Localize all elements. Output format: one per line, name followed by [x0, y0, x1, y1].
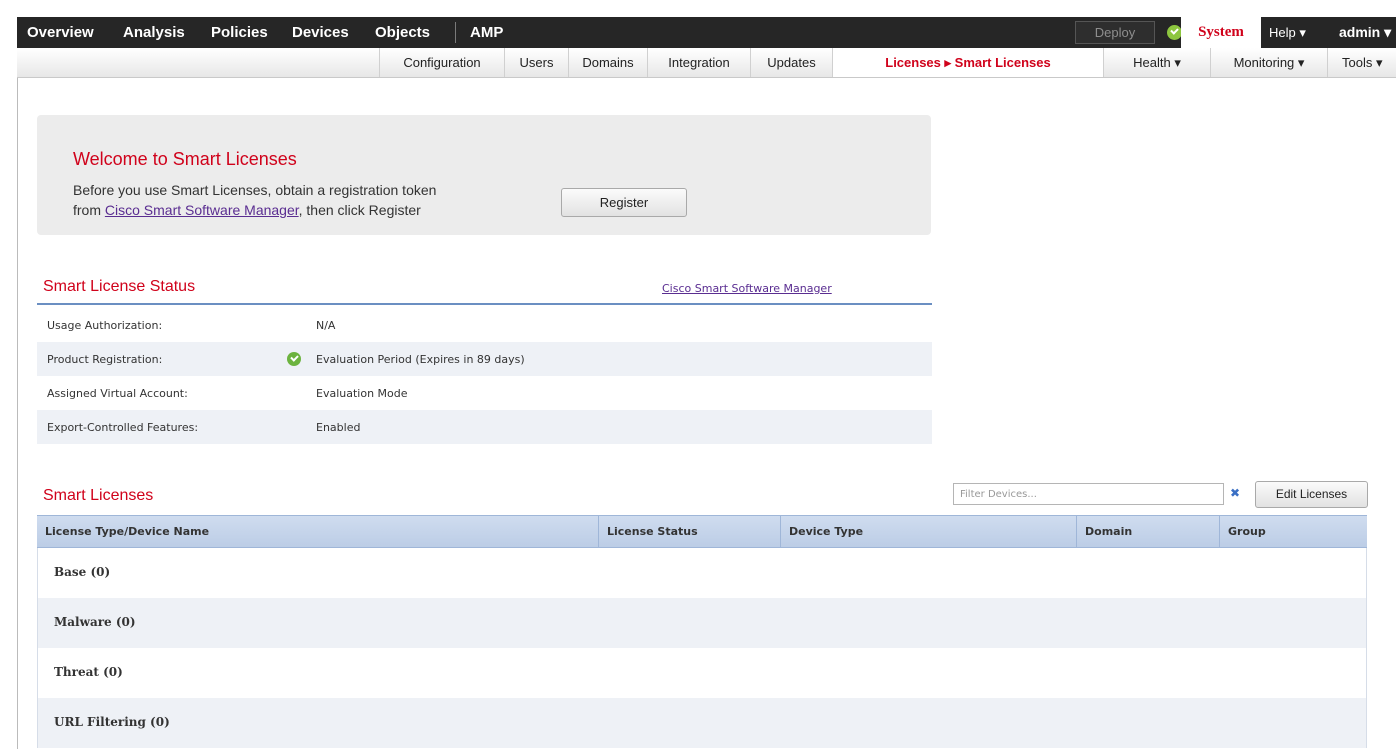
status-row-usage-authorization: Usage Authorization: N/A — [37, 308, 932, 342]
tab-monitoring[interactable]: Monitoring ▾ — [1210, 48, 1327, 77]
welcome-line2-suffix: , then click Register — [298, 202, 421, 218]
register-button[interactable]: Register — [561, 188, 687, 217]
tab-configuration[interactable]: Configuration — [379, 48, 504, 77]
nav-overview[interactable]: Overview — [27, 17, 94, 48]
status-label: Export-Controlled Features: — [47, 421, 199, 434]
status-value: Evaluation Mode — [316, 387, 408, 400]
status-value: Enabled — [316, 421, 361, 434]
status-row-product-registration: Product Registration: Evaluation Period … — [37, 342, 932, 376]
welcome-instructions-line1: Before you use Smart Licenses, obtain a … — [73, 182, 437, 198]
nav-help[interactable]: Help ▾ — [1269, 17, 1306, 48]
column-header-license-status[interactable]: License Status — [598, 516, 780, 547]
welcome-instructions-line2: from Cisco Smart Software Manager, then … — [73, 202, 421, 218]
status-value: N/A — [316, 319, 336, 332]
top-menu-bar: Overview Analysis Policies Devices Objec… — [17, 17, 1396, 48]
nav-divider — [455, 22, 456, 43]
license-type-name[interactable]: URL Filtering (0) — [54, 715, 170, 729]
tab-domains[interactable]: Domains — [568, 48, 647, 77]
status-row-export-controlled: Export-Controlled Features: Enabled — [37, 410, 932, 444]
cssm-link[interactable]: Cisco Smart Software Manager — [662, 282, 832, 295]
status-value: Evaluation Period (Expires in 89 days) — [316, 353, 525, 366]
nav-analysis[interactable]: Analysis — [123, 17, 185, 48]
nav-policies[interactable]: Policies — [211, 17, 268, 48]
content-left-border — [17, 78, 18, 749]
table-header: License Type/Device Name License Status … — [37, 515, 1367, 548]
nav-amp[interactable]: AMP — [470, 17, 503, 48]
status-row-virtual-account: Assigned Virtual Account: Evaluation Mod… — [37, 376, 932, 410]
license-type-name[interactable]: Malware (0) — [54, 615, 136, 629]
license-type-name[interactable]: Base (0) — [54, 565, 110, 579]
column-header-device-type[interactable]: Device Type — [780, 516, 1076, 547]
column-header-group[interactable]: Group — [1219, 516, 1367, 547]
table-row[interactable]: Base (0) — [37, 548, 1367, 598]
tab-health[interactable]: Health ▾ — [1103, 48, 1210, 77]
system-status-icon[interactable] — [1167, 25, 1182, 40]
license-type-name[interactable]: Threat (0) — [54, 665, 123, 679]
status-label: Assigned Virtual Account: — [47, 387, 188, 400]
welcome-panel: Welcome to Smart Licenses Before you use… — [37, 115, 931, 235]
tab-smart-licenses[interactable]: Licenses ▸ Smart Licenses — [832, 48, 1103, 77]
welcome-line2-prefix: from — [73, 202, 105, 218]
filter-devices-input[interactable] — [953, 483, 1224, 505]
table-row[interactable]: Malware (0) — [37, 598, 1367, 648]
clear-filter-icon[interactable]: ✖ — [1226, 484, 1244, 502]
deploy-button[interactable]: Deploy — [1075, 21, 1155, 44]
column-header-domain[interactable]: Domain — [1076, 516, 1219, 547]
cssm-link-inline[interactable]: Cisco Smart Software Manager — [105, 202, 299, 218]
licenses-section-title: Smart Licenses — [43, 487, 154, 504]
nav-objects[interactable]: Objects — [375, 17, 430, 48]
status-label: Product Registration: — [47, 353, 163, 366]
tab-updates[interactable]: Updates — [750, 48, 832, 77]
nav-admin-user[interactable]: admin ▾ — [1339, 17, 1391, 48]
tab-tools[interactable]: Tools ▾ — [1327, 48, 1396, 77]
edit-licenses-button[interactable]: Edit Licenses — [1255, 481, 1368, 508]
table-row[interactable]: Threat (0) — [37, 648, 1367, 698]
sub-navigation: Configuration Users Domains Integration … — [17, 48, 1396, 78]
status-label: Usage Authorization: — [47, 319, 163, 332]
column-header-license-type[interactable]: License Type/Device Name — [37, 516, 598, 547]
status-section-title: Smart License Status — [43, 278, 196, 295]
tab-integration[interactable]: Integration — [647, 48, 750, 77]
status-divider — [37, 303, 932, 305]
check-circle-icon — [287, 352, 301, 366]
nav-devices[interactable]: Devices — [292, 17, 349, 48]
top-navigation: Overview Analysis Policies Devices Objec… — [0, 0, 1396, 48]
welcome-title: Welcome to Smart Licenses — [73, 149, 297, 169]
licenses-table: License Type/Device Name License Status … — [37, 515, 1367, 748]
tab-users[interactable]: Users — [504, 48, 568, 77]
table-row[interactable]: URL Filtering (0) — [37, 698, 1367, 748]
nav-system[interactable]: System — [1181, 17, 1261, 48]
